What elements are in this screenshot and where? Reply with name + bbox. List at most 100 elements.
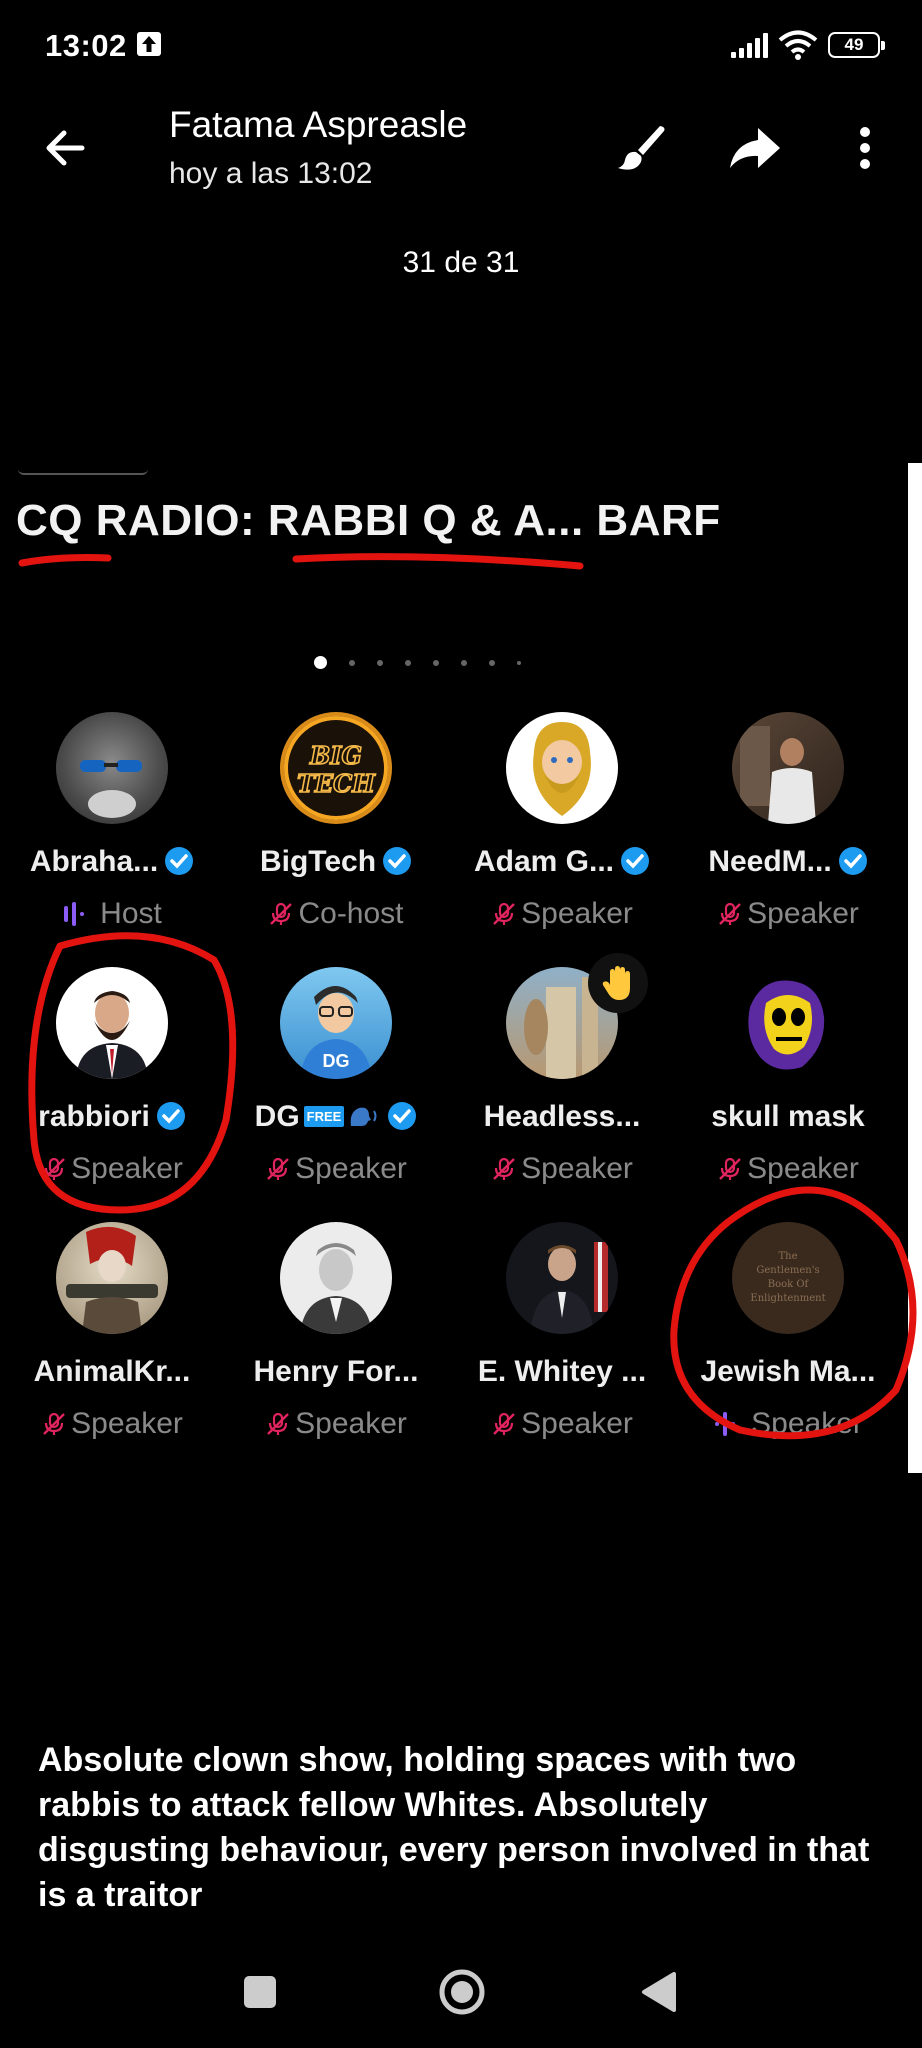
participant-name: Headless... xyxy=(483,1100,641,1133)
more-options-button[interactable] xyxy=(845,118,885,178)
avatar xyxy=(56,1222,168,1334)
verified-badge-icon xyxy=(383,847,412,875)
avatar xyxy=(506,712,618,824)
participant-tile[interactable]: skull mask Speaker xyxy=(678,967,898,1207)
share-button[interactable] xyxy=(722,118,786,178)
avatar: BIG TECH xyxy=(280,712,392,824)
verified-badge-icon xyxy=(621,847,650,875)
nav-back-button[interactable] xyxy=(640,1970,680,2014)
raised-hand-icon xyxy=(602,966,630,1000)
participant-tile[interactable]: The Gentlemen's Book Of Enlightenment Je… xyxy=(678,1222,898,1462)
avatar-logo-text: DG xyxy=(323,1051,350,1071)
status-icons: 49 xyxy=(731,28,885,62)
avatar: DG xyxy=(280,967,392,1079)
participant-name: skull mask xyxy=(711,1100,865,1133)
speaking-head-icon xyxy=(350,1107,377,1126)
mic-off-icon xyxy=(719,1157,741,1180)
mic-off-icon xyxy=(719,902,741,925)
more-vert-icon xyxy=(860,127,870,169)
battery-level: 49 xyxy=(844,35,864,54)
participant-role: Speaker xyxy=(678,897,898,931)
participant-tile[interactable]: Henry For... Speaker xyxy=(226,1222,446,1462)
recent-apps-button[interactable] xyxy=(244,1976,276,2008)
pager-dot xyxy=(377,659,383,666)
pager-dot xyxy=(461,659,467,666)
participant-role: Speaker xyxy=(452,1407,672,1441)
participant-name: rabbiori xyxy=(2,1100,222,1134)
participant-tile[interactable]: AnimalKr... Speaker xyxy=(2,1222,222,1462)
brush-icon xyxy=(618,126,665,170)
participant-tile[interactable]: Abraha... Host xyxy=(2,712,222,952)
participant-role: Speaker xyxy=(678,1152,898,1186)
tab-indicator xyxy=(18,463,148,475)
avatar: The Gentlemen's Book Of Enlightenment xyxy=(732,1222,844,1334)
participant-role: Speaker xyxy=(226,1152,446,1186)
audio-wave-icon xyxy=(715,1412,736,1436)
book-cover-text: The Gentlemen's Book Of Enlightenment xyxy=(750,1251,826,1304)
participant-tile[interactable]: NeedM... Speaker xyxy=(678,712,898,952)
raised-hand-badge xyxy=(588,953,648,1013)
wifi-icon xyxy=(778,30,818,60)
mic-off-icon xyxy=(270,902,293,925)
verified-badge-icon xyxy=(165,847,194,875)
participant-name: AnimalKr... xyxy=(33,1355,191,1388)
mic-off-icon xyxy=(43,1412,65,1435)
home-button[interactable] xyxy=(438,1968,486,2016)
avatar xyxy=(732,712,844,824)
pager-dot xyxy=(517,660,521,665)
participant-name: Adam G... xyxy=(452,845,672,879)
verified-badge-icon xyxy=(388,1102,417,1130)
participant-name: E. Whitey ... xyxy=(477,1355,647,1388)
avatar xyxy=(280,1222,392,1334)
free-badge: FREE xyxy=(303,1106,345,1127)
participant-name: NeedM... xyxy=(678,845,898,879)
pager-dot xyxy=(405,659,411,666)
image-counter: 31 de 31 xyxy=(402,246,520,279)
sender-name: Fatama Aspreasle xyxy=(169,104,468,145)
participant-tile[interactable]: E. Whitey ... Speaker xyxy=(452,1222,672,1462)
participant-tile[interactable]: DG DG FREE Speaker xyxy=(226,967,446,1207)
upload-icon xyxy=(137,32,161,56)
participant-tile[interactable]: Adam G... Speaker xyxy=(452,712,672,952)
verified-badge-icon xyxy=(838,847,867,875)
mic-off-icon xyxy=(493,902,515,925)
triangle-back-icon xyxy=(642,1972,676,2012)
share-icon xyxy=(730,128,780,168)
participant-tile[interactable]: rabbiori Speaker xyxy=(2,967,222,1207)
edit-button[interactable] xyxy=(612,118,672,178)
participant-tile[interactable]: BIG TECH BigTech Co-host xyxy=(226,712,446,952)
participant-role: Host xyxy=(2,897,222,931)
mic-off-icon xyxy=(43,1157,65,1180)
participant-role: Speaker xyxy=(452,1152,672,1186)
audio-wave-icon xyxy=(64,902,85,926)
participant-name: BigTech xyxy=(226,845,446,879)
message-timestamp: hoy a las 13:02 xyxy=(169,157,373,190)
participant-role: Speaker xyxy=(678,1407,898,1441)
back-button[interactable] xyxy=(38,120,94,176)
mic-off-icon xyxy=(493,1157,515,1180)
signal-icon xyxy=(731,32,768,58)
pager-dot xyxy=(489,659,495,666)
space-title: CQ RADIO: RABBI Q & A... BARF xyxy=(16,496,721,545)
avatar xyxy=(732,967,844,1079)
pager-dots xyxy=(314,656,521,669)
screenshot-edge xyxy=(908,463,922,1473)
avatar xyxy=(56,712,168,824)
home-icon xyxy=(439,1969,485,2015)
pager-dot xyxy=(433,659,439,666)
back-arrow-icon xyxy=(46,130,85,166)
mic-off-icon xyxy=(267,1412,289,1435)
participant-tile[interactable]: Headless... Speaker xyxy=(452,953,672,1207)
avatar xyxy=(506,1222,618,1334)
status-time: 13:02 xyxy=(45,28,127,63)
participant-role: Speaker xyxy=(452,897,672,931)
participant-name: Jewish Ma... xyxy=(700,1355,876,1388)
avatar xyxy=(56,967,168,1079)
participant-role: Co-host xyxy=(226,897,446,931)
mic-off-icon xyxy=(493,1412,515,1435)
mic-off-icon xyxy=(267,1157,289,1180)
participant-grid: Abraha... Host BIG TECH BigTech Co-host A… xyxy=(0,712,908,1472)
participant-role: Speaker xyxy=(2,1407,222,1441)
participant-role: Speaker xyxy=(2,1152,222,1186)
verified-badge-icon xyxy=(156,1102,185,1130)
